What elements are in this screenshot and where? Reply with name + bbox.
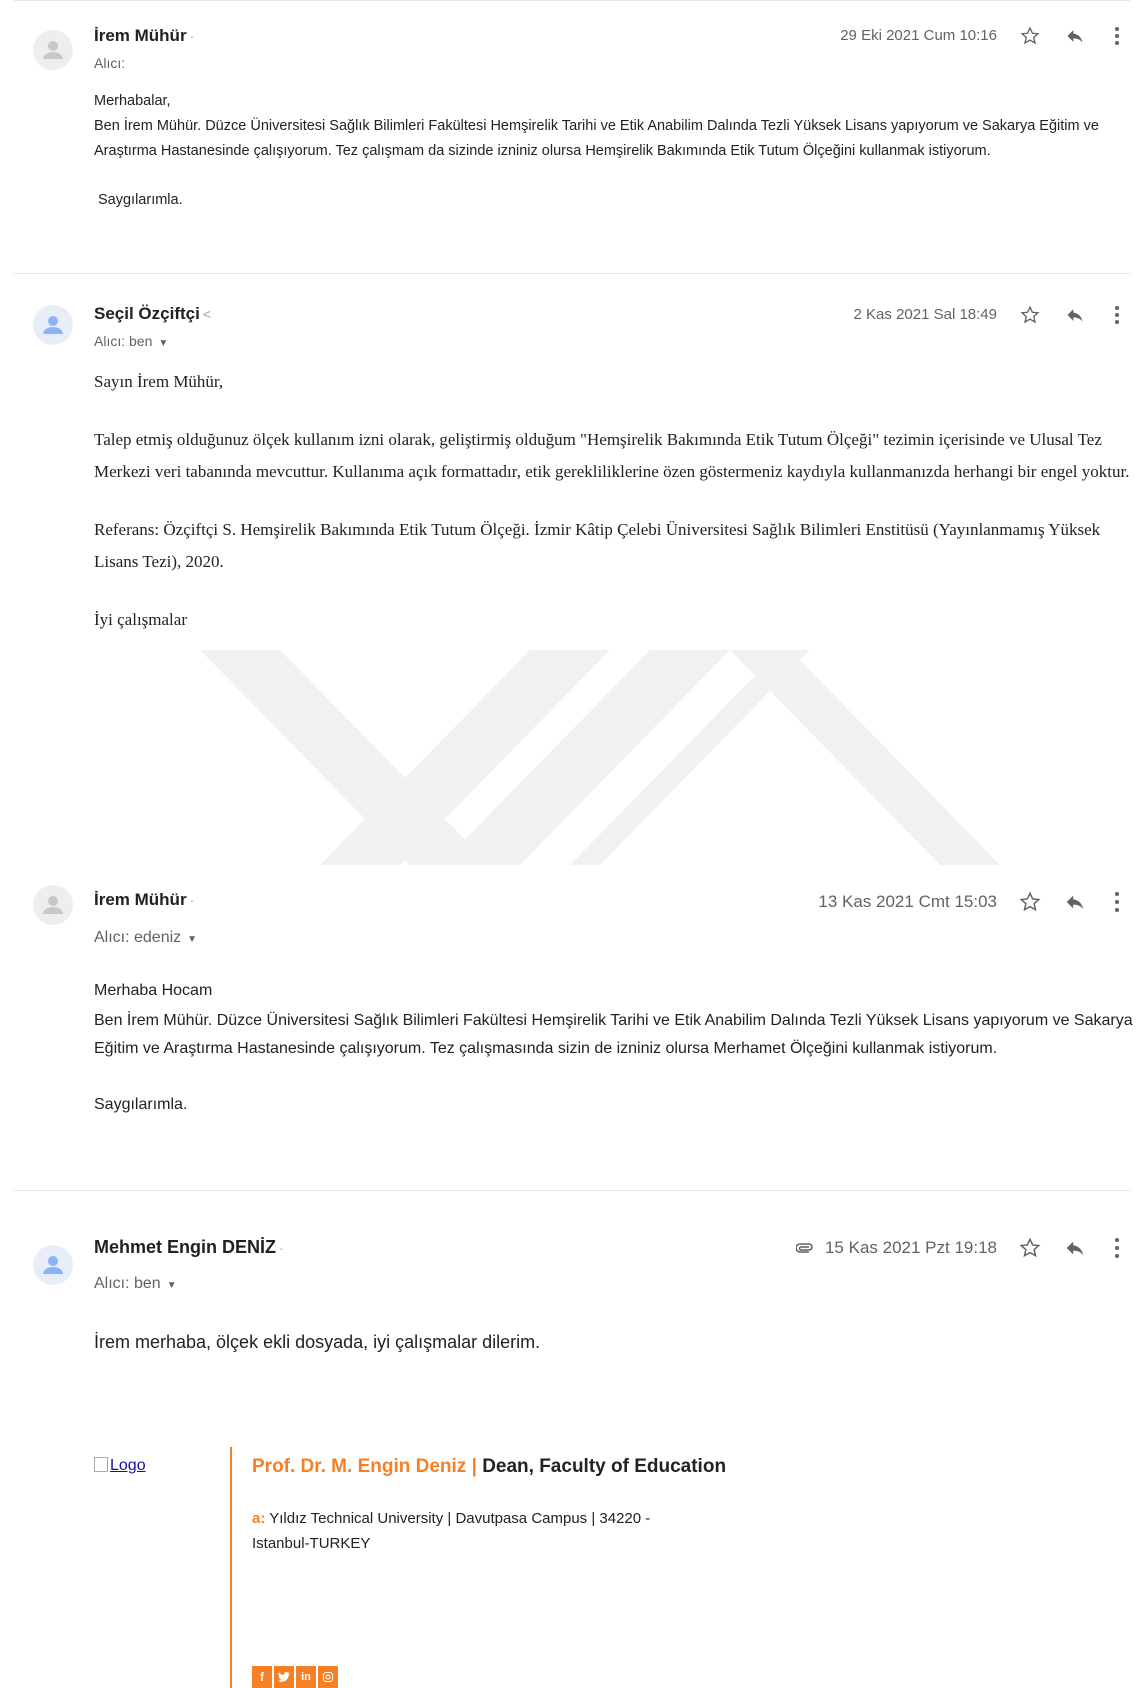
recipient-line: Alıcı:: [94, 55, 125, 71]
message-body: Merhabalar, Ben İrem Mühür. Düzce Üniver…: [94, 89, 1134, 213]
default-avatar-icon: [33, 1245, 73, 1285]
star-outline-icon[interactable]: [1018, 890, 1042, 914]
date-text: 2 Kas 2021 Sal 18:49: [853, 306, 997, 323]
reply-icon[interactable]: [1063, 890, 1087, 914]
signature-title: Dean, Faculty of Education: [482, 1456, 727, 1477]
sender-name-text: İrem Mühür: [94, 890, 187, 909]
date-text: 15 Kas 2021 Pzt 19:18: [824, 1238, 997, 1257]
body-paragraph: Ben İrem Mühür. Düzce Üniversitesi Sağlı…: [94, 118, 1099, 159]
signature-logo[interactable]: Logo: [94, 1457, 146, 1475]
signature-address: a: Yıldız Technical University | Davutpa…: [252, 1506, 672, 1556]
instagram-icon[interactable]: [318, 1666, 338, 1688]
signature-name-line: Prof. Dr. M. Engin Deniz | Dean, Faculty…: [252, 1456, 726, 1478]
chevron-down-icon: ▼: [187, 934, 198, 945]
recipient-line[interactable]: Alıcı: ben ▼: [94, 333, 168, 349]
watermark-logo: [200, 650, 1000, 865]
signature-name: Prof. Dr. M. Engin Deniz: [252, 1456, 467, 1477]
divider: [14, 0, 1130, 1]
sender-name[interactable]: İrem Mühür ·: [94, 26, 194, 46]
recipient-text: Alıcı: ben: [94, 1275, 161, 1292]
default-avatar-icon: [33, 305, 73, 345]
reply-icon[interactable]: [1063, 1236, 1087, 1260]
more-vert-icon[interactable]: [1105, 1236, 1129, 1260]
recipient-line[interactable]: Alıcı: edeniz ▼: [94, 929, 197, 947]
sender-address: ·: [279, 1240, 284, 1256]
reply-icon[interactable]: [1063, 303, 1087, 327]
body-paragraph: Merhabalar,: [94, 93, 171, 109]
recipient-text: Alıcı: ben: [94, 333, 153, 349]
message-date: 15 Kas 2021 Pzt 19:18: [795, 1238, 997, 1258]
more-vert-icon[interactable]: [1105, 24, 1129, 48]
more-vert-icon[interactable]: [1105, 890, 1129, 914]
star-outline-icon[interactable]: [1018, 303, 1042, 327]
body-paragraph: Talep etmiş olduğunuz ölçek kullanım izn…: [94, 430, 1130, 481]
divider: [14, 1190, 1130, 1191]
divider: [14, 273, 1130, 274]
signature-separator: |: [471, 1456, 477, 1477]
facebook-icon[interactable]: f: [252, 1666, 272, 1688]
body-paragraph: Saygılarımla.: [98, 192, 183, 208]
broken-image-icon: [94, 1457, 108, 1472]
logo-alt-text: Logo: [110, 1457, 146, 1474]
sender-name[interactable]: Seçil Özçiftçi <: [94, 304, 211, 324]
default-avatar-icon: [33, 30, 73, 70]
message-body: İrem merhaba, ölçek ekli dosyada, iyi ça…: [94, 1328, 1134, 1356]
signature-divider: [230, 1447, 232, 1688]
reply-icon[interactable]: [1063, 24, 1087, 48]
twitter-icon[interactable]: [274, 1666, 294, 1688]
sender-name-text: İrem Mühür: [94, 26, 187, 45]
sender-name-text: Seçil Özçiftçi: [94, 304, 200, 323]
attachment-clip-icon: [795, 1238, 819, 1257]
body-paragraph: İyi çalışmalar: [94, 610, 187, 629]
star-outline-icon[interactable]: [1018, 24, 1042, 48]
sender-address: <: [202, 306, 212, 322]
chevron-down-icon: ▼: [166, 1280, 177, 1291]
sender-name-text: Mehmet Engin DENİZ: [94, 1237, 277, 1257]
body-paragraph: İrem merhaba, ölçek ekli dosyada, iyi ça…: [94, 1332, 541, 1352]
sender-address: ·: [189, 28, 195, 44]
body-paragraph: Referans: Özçiftçi S. Hemşirelik Bakımın…: [94, 520, 1101, 571]
message-date: 2 Kas 2021 Sal 18:49: [854, 306, 997, 323]
sender-name[interactable]: İrem Mühür ·: [94, 890, 194, 910]
recipient-text: Alıcı: edeniz: [94, 929, 182, 946]
body-paragraph: Sayın İrem Mühür,: [94, 372, 224, 391]
star-outline-icon[interactable]: [1018, 1236, 1042, 1260]
date-text: 29 Eki 2021 Cum 10:16: [840, 27, 997, 44]
address-label: a:: [252, 1510, 266, 1527]
body-paragraph: Saygılarımla.: [94, 1096, 188, 1113]
message-body: Merhaba Hocam Ben İrem Mühür. Düzce Üniv…: [94, 977, 1134, 1119]
message-date: 13 Kas 2021 Cmt 15:03: [818, 892, 997, 912]
address-text: Yıldız Technical University | Davutpasa …: [252, 1510, 651, 1552]
recipient-line[interactable]: Alıcı: ben ▼: [94, 1275, 177, 1293]
message-body: Sayın İrem Mühür, Talep etmiş olduğunuz …: [94, 366, 1134, 636]
message-date: 29 Eki 2021 Cum 10:16: [840, 27, 997, 44]
default-avatar-icon: [33, 885, 73, 925]
body-paragraph: Merhaba Hocam: [94, 982, 213, 999]
sender-name[interactable]: Mehmet Engin DENİZ ·: [94, 1237, 284, 1258]
sender-address: ·: [189, 892, 195, 908]
recipient-text: Alıcı:: [94, 55, 126, 71]
body-paragraph: Ben İrem Mühür. Düzce Üniversitesi Sağlı…: [94, 1012, 1133, 1057]
linkedin-icon[interactable]: in: [296, 1666, 316, 1688]
date-text: 13 Kas 2021 Cmt 15:03: [818, 892, 997, 911]
more-vert-icon[interactable]: [1105, 303, 1129, 327]
social-links: f in: [252, 1666, 338, 1688]
chevron-down-icon: ▼: [158, 338, 169, 349]
